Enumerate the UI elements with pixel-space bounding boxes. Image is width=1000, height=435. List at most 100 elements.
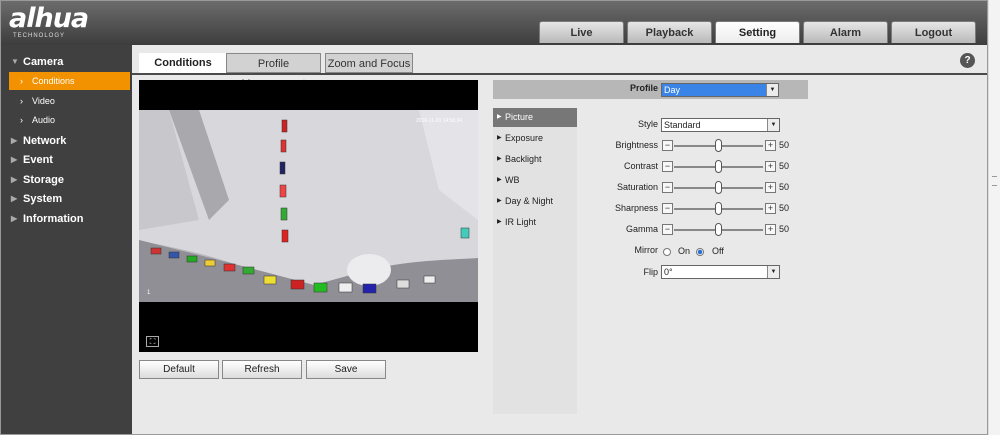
caret-right-icon: ▶ [11, 175, 18, 184]
triangle-right-icon: ▶ [497, 177, 502, 183]
mirror-off-radio[interactable] [696, 248, 704, 256]
sidebar-group-label: Storage [23, 174, 64, 186]
style-select[interactable]: Standard ▼ [661, 118, 780, 132]
help-icon[interactable]: ? [960, 53, 975, 68]
sidebar-group-label: Information [23, 213, 84, 225]
sidebar-item-video[interactable]: › Video [9, 92, 130, 110]
submenu-item-wb[interactable]: ▶ WB [493, 171, 577, 190]
video-timestamp: 2016-11-03 14:56:34 [416, 118, 462, 124]
tab-zoom-and-focus[interactable]: Zoom and Focus [325, 53, 413, 73]
profile-value: Day [664, 85, 681, 95]
slider-handle[interactable] [715, 181, 722, 194]
chevron-down-icon: ▼ [767, 266, 779, 278]
tab-conditions[interactable]: Conditions [139, 53, 227, 73]
fullscreen-icon[interactable]: ⛶ [146, 336, 159, 347]
saturation-slider[interactable]: − + [662, 181, 777, 194]
chevron-right-icon: › [20, 115, 23, 125]
flip-label: Flip [643, 267, 658, 277]
caret-right-icon: ▶ [11, 155, 18, 164]
triangle-right-icon: ▶ [497, 114, 502, 120]
sidebar: ▼ Camera › Conditions › Video › Audio ▶ … [1, 45, 132, 434]
sharpness-label: Sharpness [614, 203, 658, 213]
plus-icon[interactable]: + [765, 182, 776, 193]
sidebar-item-label: Conditions [32, 76, 75, 86]
page-scrollbar[interactable] [988, 0, 1000, 435]
contrast-value: 50 [779, 161, 790, 171]
flip-value: 0° [664, 267, 673, 277]
nav-tab-live[interactable]: Live [539, 21, 624, 43]
sidebar-group-label: Event [23, 154, 53, 166]
plus-icon[interactable]: + [765, 203, 776, 214]
nav-tab-alarm[interactable]: Alarm [803, 21, 888, 43]
chevron-down-icon: ▼ [767, 119, 779, 131]
top-bar: alhua TECHNOLOGY Live Playback Setting A… [1, 1, 987, 45]
tab-underline [132, 73, 987, 75]
minus-icon[interactable]: − [662, 182, 673, 193]
main-content: Conditions Profile Management Zoom and F… [132, 45, 987, 434]
plus-icon[interactable]: + [765, 224, 776, 235]
sidebar-group-label: System [23, 193, 63, 205]
submenu-item-picture[interactable]: ▶ Picture [493, 108, 577, 127]
sidebar-item-label: Audio [32, 115, 56, 125]
brightness-slider[interactable]: − + [662, 139, 777, 152]
gamma-label: Gamma [625, 224, 658, 234]
minus-icon[interactable]: − [662, 203, 673, 214]
browser-frame: alhua TECHNOLOGY Live Playback Setting A… [0, 0, 988, 435]
sharpness-slider[interactable]: − + [662, 202, 777, 215]
slider-handle[interactable] [715, 160, 722, 173]
chevron-down-icon: ▼ [766, 84, 778, 96]
scrollbar-grip[interactable] [992, 176, 997, 186]
mirror-off-label: Off [712, 246, 724, 256]
default-button[interactable]: Default [139, 360, 219, 379]
slider-handle[interactable] [715, 223, 722, 236]
saturation-label: Saturation [616, 182, 658, 192]
contrast-label: Contrast [623, 161, 658, 171]
plus-icon[interactable]: + [765, 140, 776, 151]
gamma-slider[interactable]: − + [662, 223, 777, 236]
sidebar-item-label: Video [32, 96, 55, 106]
brightness-value: 50 [779, 140, 790, 150]
contrast-slider[interactable]: − + [662, 160, 777, 173]
mirror-on-radio[interactable] [663, 248, 671, 256]
video-preview: 2016-11-03 14:56:34 1 ⛶ [139, 80, 478, 352]
profile-select[interactable]: Day ▼ [661, 83, 779, 97]
sidebar-item-audio[interactable]: › Audio [9, 111, 130, 129]
logo-subtitle: TECHNOLOGY [13, 33, 66, 39]
flip-select[interactable]: 0° ▼ [661, 265, 780, 279]
minus-icon[interactable]: − [662, 224, 673, 235]
triangle-right-icon: ▶ [497, 198, 502, 204]
caret-right-icon: ▶ [11, 194, 18, 203]
caret-right-icon: ▶ [11, 136, 18, 145]
style-value: Standard [664, 120, 701, 130]
profile-label: Profile [630, 83, 659, 93]
caret-down-icon: ▼ [11, 57, 19, 66]
brightness-label: Brightness [615, 140, 658, 150]
submenu-item-ir-light[interactable]: ▶ IR Light [493, 213, 577, 232]
plus-icon[interactable]: + [765, 161, 776, 172]
minus-icon[interactable]: − [662, 161, 673, 172]
save-button[interactable]: Save [306, 360, 386, 379]
caret-right-icon: ▶ [11, 214, 18, 223]
slider-handle[interactable] [715, 202, 722, 215]
nav-tab-playback[interactable]: Playback [627, 21, 712, 43]
chevron-right-icon: › [20, 76, 23, 86]
logo: alhua [9, 3, 89, 34]
sidebar-item-conditions[interactable]: › Conditions [9, 72, 130, 90]
nav-tab-logout[interactable]: Logout [891, 21, 976, 43]
nav-tab-setting[interactable]: Setting [715, 21, 800, 43]
tab-profile-management[interactable]: Profile Management [226, 53, 321, 90]
submenu-item-day-night[interactable]: ▶ Day & Night [493, 192, 577, 211]
style-label: Style [637, 119, 658, 129]
triangle-right-icon: ▶ [497, 135, 502, 141]
chevron-right-icon: › [20, 96, 23, 106]
refresh-button[interactable]: Refresh [222, 360, 302, 379]
submenu-item-exposure[interactable]: ▶ Exposure [493, 129, 577, 148]
triangle-right-icon: ▶ [497, 219, 502, 225]
minus-icon[interactable]: − [662, 140, 673, 151]
sidebar-group-label: Network [23, 135, 67, 147]
submenu-item-backlight[interactable]: ▶ Backlight [493, 150, 577, 169]
slider-handle[interactable] [715, 139, 722, 152]
mirror-label: Mirror [634, 245, 659, 255]
triangle-right-icon: ▶ [497, 156, 502, 162]
submenu: ▶ Picture ▶ Exposure ▶ Backlight ▶ WB ▶ Day &… [493, 108, 577, 414]
